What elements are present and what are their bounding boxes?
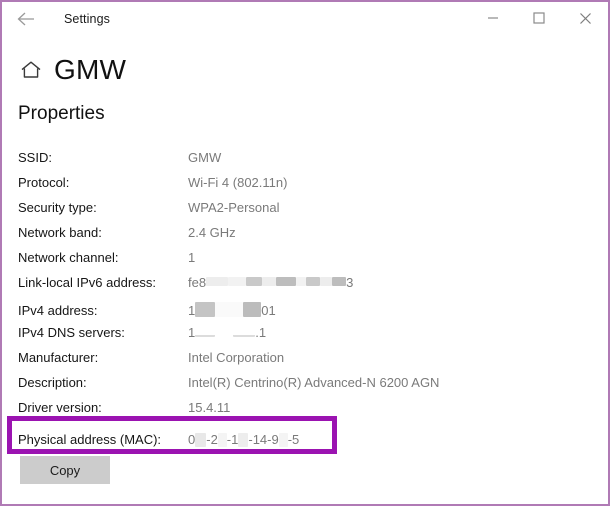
property-label: IPv4 DNS servers:: [18, 325, 125, 340]
redaction-block: [320, 277, 333, 286]
value-suffix: .1: [255, 325, 267, 340]
minimize-icon: [487, 12, 499, 24]
back-arrow-icon: [16, 11, 36, 27]
section-title: Properties: [18, 103, 105, 124]
properties-list: SSID: GMW Protocol: Wi-Fi 4 (802.11n) Se…: [18, 150, 578, 454]
title-bar: Settings: [2, 2, 608, 36]
property-row-security-type: Security type: WPA2-Personal: [18, 200, 578, 225]
redaction-block: [195, 302, 216, 317]
property-label: Description:: [18, 375, 87, 390]
caption-button-group: [470, 2, 608, 34]
property-row-network-band: Network band: 2.4 GHz: [18, 225, 578, 250]
redaction-block: [246, 277, 263, 286]
page-title: GMW: [54, 54, 127, 85]
value-prefix: 1: [188, 325, 196, 340]
property-row-link-local-ipv6: Link-local IPv6 address: fe8 3: [18, 275, 578, 300]
redaction-block: [206, 277, 229, 286]
property-value: 1: [188, 250, 196, 265]
property-label: Network channel:: [18, 250, 119, 265]
property-value: 2.4 GHz: [188, 225, 236, 240]
value-suffix: 01: [261, 303, 276, 318]
property-row-ssid: SSID: GMW: [18, 150, 578, 175]
value-suffix: 3: [346, 275, 354, 290]
redaction-block: [195, 326, 216, 337]
property-label: Network band:: [18, 225, 102, 240]
minimize-button[interactable]: [470, 2, 516, 34]
property-value: GMW: [188, 150, 222, 165]
redaction-block: [262, 277, 277, 286]
redaction-block: [215, 302, 244, 317]
property-label: Security type:: [18, 200, 97, 215]
property-value: WPA2-Personal: [188, 200, 280, 215]
home-icon[interactable]: [18, 57, 44, 83]
property-label: Driver version:: [18, 400, 102, 415]
redaction-block: [215, 328, 233, 337]
redaction-block: [243, 302, 262, 317]
property-value: fe8 3: [188, 275, 353, 290]
redaction-block: [332, 277, 347, 286]
property-value: 15.4.11: [188, 400, 231, 415]
property-row-description: Description: Intel(R) Centrino(R) Advanc…: [18, 375, 578, 400]
redaction-block: [296, 277, 307, 286]
property-row-protocol: Protocol: Wi-Fi 4 (802.11n): [18, 175, 578, 200]
property-value: Wi-Fi 4 (802.11n): [188, 175, 288, 190]
redaction-block: [233, 326, 256, 337]
property-row-network-channel: Network channel: 1: [18, 250, 578, 275]
settings-window: Settings GMW Properties SSID: GMW Protoc…: [0, 0, 610, 506]
property-label: SSID:: [18, 150, 52, 165]
redaction-block: [276, 277, 297, 286]
property-value: Intel Corporation: [188, 350, 285, 365]
page-header: GMW: [18, 52, 608, 88]
property-row-manufacturer: Manufacturer: Intel Corporation: [18, 350, 578, 375]
property-label: IPv4 address:: [18, 303, 98, 318]
close-icon: [579, 12, 592, 25]
copy-button[interactable]: Copy: [20, 456, 110, 484]
highlight-annotation-box: [7, 416, 337, 454]
property-value: 1 .1: [188, 325, 266, 340]
close-button[interactable]: [562, 2, 608, 34]
maximize-icon: [533, 12, 545, 24]
window-title: Settings: [64, 12, 110, 26]
value-prefix: fe8: [188, 275, 207, 290]
property-value: Intel(R) Centrino(R) Advanced-N 6200 AGN: [188, 375, 440, 390]
property-row-ipv4-dns-servers: IPv4 DNS servers: 1 .1: [18, 325, 578, 350]
property-row-ipv4-address: IPv4 address: 1 01: [18, 300, 578, 325]
property-label: Link-local IPv6 address:: [18, 275, 157, 290]
property-label: Manufacturer:: [18, 350, 99, 365]
property-label: Protocol:: [18, 175, 70, 190]
value-prefix: 1: [188, 303, 196, 318]
redaction-block: [306, 277, 321, 286]
redaction-block: [228, 277, 247, 286]
property-value: 1 01: [188, 300, 276, 318]
maximize-button[interactable]: [516, 2, 562, 34]
back-button[interactable]: [4, 3, 48, 35]
